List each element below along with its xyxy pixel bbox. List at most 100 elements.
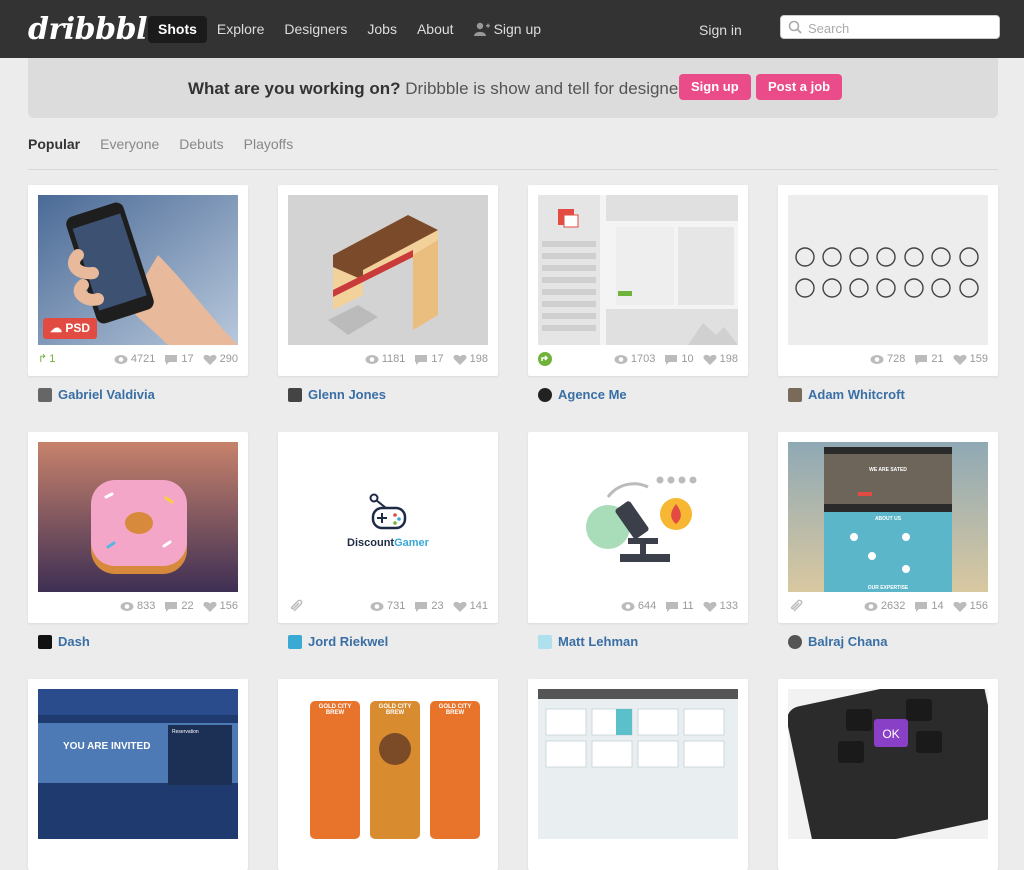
shot-stats: 1181 17 198: [365, 353, 488, 365]
views-count: 1703: [630, 353, 656, 365]
likes-stat[interactable]: 198: [703, 353, 738, 365]
shot-thumbnail[interactable]: WE ARE SATED ABOUT US OUR EXPERTISE: [788, 442, 988, 592]
logo-word-1: Discount: [347, 537, 395, 549]
comments-stat[interactable]: 11: [665, 600, 694, 612]
remote-control-image: [788, 689, 988, 839]
shot-thumbnail[interactable]: [538, 689, 738, 839]
filter-playoffs[interactable]: Playoffs: [244, 136, 294, 152]
likes-stat[interactable]: 141: [453, 600, 488, 612]
shot-thumbnail[interactable]: [288, 195, 488, 345]
post-job-button[interactable]: Post a job: [756, 74, 843, 100]
shot-stats: 4721 17 290: [114, 353, 238, 365]
likes-stat[interactable]: 198: [453, 353, 488, 365]
views-count: 728: [887, 353, 906, 365]
comments-stat[interactable]: 23: [414, 600, 444, 612]
nav-jobs[interactable]: Jobs: [357, 16, 407, 43]
likes-stat[interactable]: 159: [953, 353, 988, 365]
shot-thumbnail[interactable]: GOLD CITY BREW GOLD CITY BREW GOLD CITY …: [288, 689, 488, 839]
shot-author[interactable]: Gabriel Valdivia: [38, 387, 155, 402]
filter-debuts[interactable]: Debuts: [179, 136, 223, 152]
nav-designers[interactable]: Designers: [274, 16, 357, 43]
nav-signup[interactable]: Sign up: [464, 16, 551, 43]
shot-thumbnail[interactable]: YOU ARE INVITED Reservation: [38, 689, 238, 839]
likes-count: 290: [219, 353, 238, 365]
paperclip-icon[interactable]: [790, 599, 804, 613]
shot-thumbnail[interactable]: [38, 442, 238, 592]
shot-author[interactable]: Dash: [38, 634, 90, 649]
search-input[interactable]: [806, 18, 998, 38]
shot-author[interactable]: Jord Riekwel: [288, 634, 388, 649]
paperclip-icon[interactable]: [290, 599, 304, 613]
shot-thumbnail[interactable]: OK: [788, 689, 988, 839]
likes-count: 159: [969, 353, 988, 365]
comment-icon: [415, 601, 428, 612]
shot-card: GOLD CITY BREW GOLD CITY BREW GOLD CITY …: [278, 679, 498, 870]
shot-author[interactable]: Balraj Chana: [788, 634, 887, 649]
views-stat: 728: [870, 353, 905, 365]
comments-stat[interactable]: 17: [414, 353, 444, 365]
shot-author[interactable]: Agence Me: [538, 387, 627, 402]
shot-thumbnail[interactable]: [538, 442, 738, 592]
comment-icon: [915, 601, 928, 612]
shot-thumbnail[interactable]: DiscountGamer: [288, 442, 488, 592]
shot-stats: 1703 10 198: [614, 353, 738, 365]
sign-in-link[interactable]: Sign in: [699, 22, 742, 38]
heart-icon: [453, 601, 467, 612]
likes-stat[interactable]: 290: [203, 353, 238, 365]
comment-icon: [165, 601, 178, 612]
avatar: [288, 634, 302, 649]
comments-stat[interactable]: 10: [664, 353, 694, 365]
heart-icon: [203, 601, 217, 612]
nav-shots[interactable]: Shots: [148, 16, 207, 43]
avatar: [538, 634, 552, 649]
nav-signup-label: Sign up: [493, 21, 542, 37]
heart-icon: [703, 354, 717, 365]
comments-stat[interactable]: 22: [164, 600, 194, 612]
comments-stat[interactable]: 21: [914, 353, 944, 365]
comments-count: 11: [682, 600, 694, 612]
eye-icon: [864, 601, 878, 611]
shot-card: WE ARE SATED ABOUT US OUR EXPERTISE 2632…: [778, 432, 998, 623]
shot-stats: 731 23 141: [370, 600, 488, 612]
comment-icon: [165, 354, 178, 365]
shot-card: 1703 10 198: [528, 185, 748, 376]
can-label: GOLD CITY BREW: [438, 704, 472, 716]
app-wireframe-image: [538, 195, 738, 345]
shot-thumbnail[interactable]: [788, 195, 988, 345]
rebound-badge[interactable]: [538, 352, 552, 366]
psd-badge-label: PSD: [65, 321, 91, 335]
shot-author[interactable]: Matt Lehman: [538, 634, 638, 649]
views-stat: 2632: [864, 600, 905, 612]
nav-explore[interactable]: Explore: [207, 16, 274, 43]
rebound-count[interactable]: ↱ 1: [38, 352, 55, 366]
comments-stat[interactable]: 17: [164, 353, 194, 365]
shot-author[interactable]: Adam Whitcroft: [788, 387, 905, 402]
mockup-expertise-heading: OUR EXPERTISE: [867, 585, 909, 591]
comments-stat[interactable]: 14: [914, 600, 944, 612]
author-name: Gabriel Valdivia: [58, 387, 155, 402]
shot-author[interactable]: Glenn Jones: [288, 387, 386, 402]
search-icon: [788, 20, 802, 34]
views-stat: 1181: [365, 353, 406, 365]
likes-count: 198: [469, 353, 488, 365]
shot-thumbnail[interactable]: ☁ PSD: [38, 195, 238, 345]
avatar: [788, 634, 802, 649]
invite-headline: YOU ARE INVITED: [63, 741, 151, 752]
shot-thumbnail[interactable]: [538, 195, 738, 345]
views-stat: 833: [120, 600, 155, 612]
likes-stat[interactable]: 156: [953, 600, 988, 612]
nav-about[interactable]: About: [407, 16, 464, 43]
views-count: 1181: [381, 353, 406, 365]
search-box[interactable]: [780, 15, 1000, 39]
comments-count: 10: [681, 353, 694, 365]
views-stat: 1703: [614, 353, 655, 365]
likes-stat[interactable]: 156: [203, 600, 238, 612]
landmark-icons-image: [788, 195, 988, 345]
comment-icon: [665, 354, 678, 365]
banner-signup-button[interactable]: Sign up: [679, 74, 751, 100]
shot-card: ☁ PSD ↱ 1 4721 17 290: [28, 185, 248, 376]
likes-stat[interactable]: 133: [703, 600, 738, 612]
dribbble-logo[interactable]: dribbble: [28, 12, 166, 47]
filter-popular[interactable]: Popular: [28, 136, 80, 152]
filter-everyone[interactable]: Everyone: [100, 136, 159, 152]
